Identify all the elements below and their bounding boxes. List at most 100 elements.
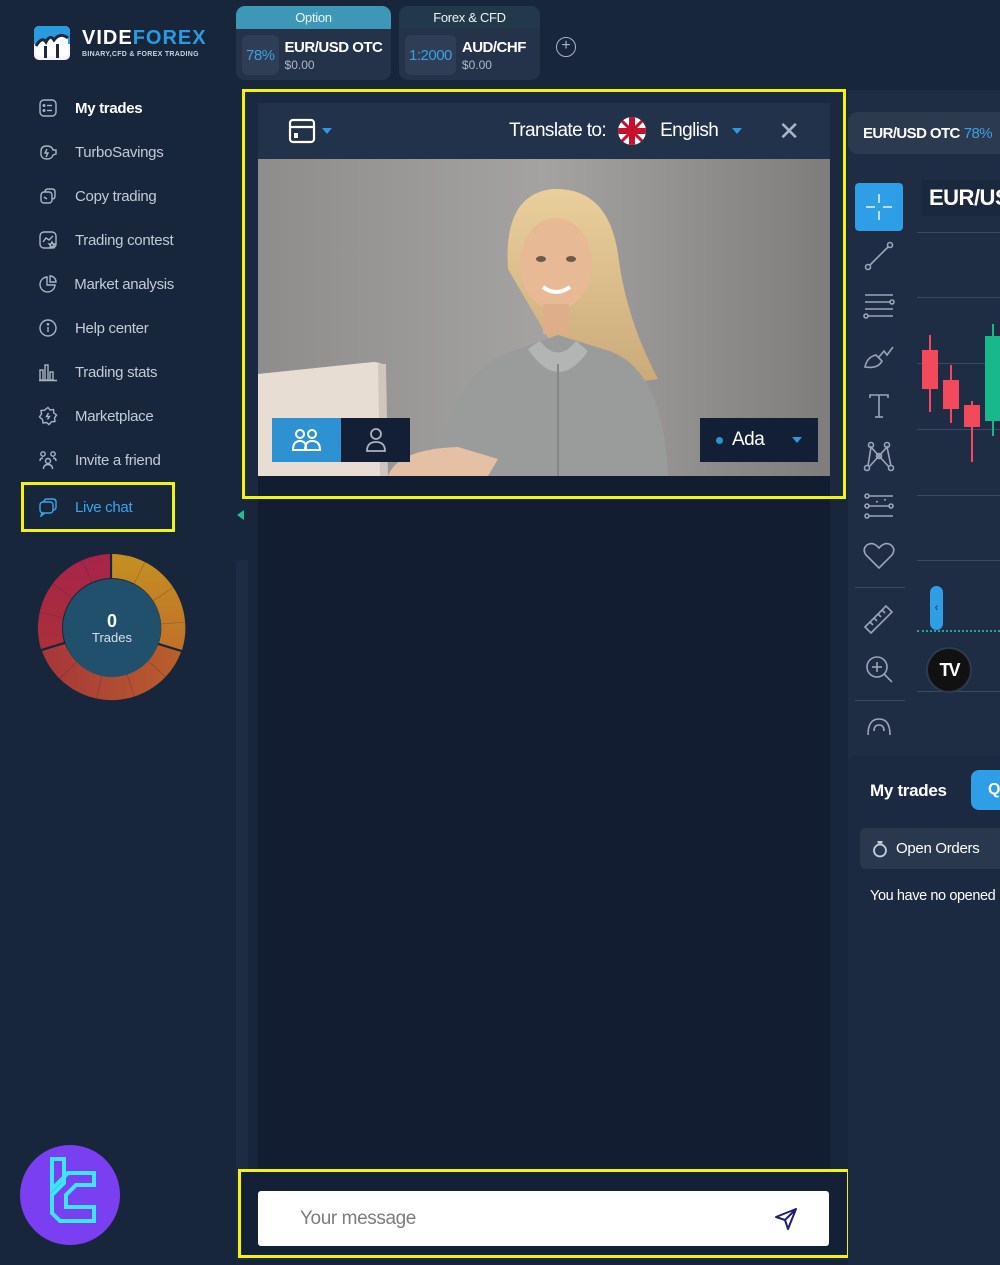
my-trades-title: My trades [870,781,947,800]
tc-logo-icon [50,1157,96,1223]
sidebar-item-market-analysis[interactable]: Market analysis [22,262,174,306]
forecast-tool[interactable] [855,481,903,531]
brand-name: VIDEFOREX [82,28,207,48]
chat-menu-button[interactable] [288,118,332,144]
sidebar-item-turbosavings[interactable]: TurboSavings [22,130,174,174]
ruler-icon [863,604,894,635]
candle-body [922,350,938,389]
online-status-dot [716,436,723,444]
sidebar-item-label: My trades [75,99,143,117]
sidebar-item-label: Live chat [75,498,133,516]
agent-select[interactable]: Ada [700,418,818,462]
text-tool[interactable] [855,381,903,431]
pie-chart-icon [37,273,58,295]
sidebar-item-trading-contest[interactable]: Trading contest [22,218,174,262]
fib-retracement-icon [863,294,895,319]
sidebar-item-trading-stats[interactable]: Trading stats [22,350,174,394]
brand-name-part1: VIDE [82,27,133,49]
sidebar-item-label: Invite a friend [75,451,161,469]
forecast-icon [864,493,894,519]
chart-symbol-title: EUR/US [922,180,1000,216]
piggy-bank-icon [37,141,59,163]
video-mode-toggle [272,418,410,462]
caret-down-icon [322,128,332,134]
payout-chip: 78% [242,35,279,75]
favorites-tool[interactable] [855,531,903,581]
grid-line [917,495,1000,496]
bear-candle [922,335,938,412]
agent-video: Ada [258,159,830,476]
candle-body [943,380,959,409]
asset-tab-forex[interactable]: Forex & CFD 1:2000 AUD/CHF $0.00 [399,6,540,80]
sidebar-item-label: TurboSavings [75,143,164,161]
close-icon[interactable]: ✕ [778,118,800,144]
watermark-logo [20,1145,120,1245]
sidebar-item-live-chat[interactable]: Live chat [21,482,175,532]
price-line [917,630,1000,632]
group-call-button[interactable] [272,418,341,462]
chart-asset-pair: EUR/USD OTC [863,124,960,142]
sidebar-item-my-trades[interactable]: My trades [22,86,174,130]
panel-edge [236,560,248,1260]
message-input[interactable] [300,1207,773,1230]
chart-scroll-handle[interactable]: ‹ [930,586,943,630]
ruler-tool[interactable] [855,594,903,644]
sidebar-item-invite-friend[interactable]: Invite a friend [22,438,174,482]
brush-tool[interactable] [855,331,903,381]
caret-down-icon [732,128,743,134]
language-select[interactable]: English [618,117,743,145]
grid-line [917,691,1000,692]
collapse-panel-arrow-icon[interactable] [237,510,244,520]
quick-trade-button[interactable]: Q [971,770,1000,810]
sidebar-item-label: Trading contest [75,231,174,249]
pattern-tool[interactable] [855,431,903,481]
sidebar-item-label: Copy trading [75,187,157,205]
window-card-icon [288,118,316,144]
language-value: English [660,120,719,141]
add-tab-button[interactable]: + [556,37,576,57]
fib-tool[interactable] [855,281,903,331]
users-icon [37,449,59,471]
asset-tab-option[interactable]: Option 78% EUR/USD OTC $0.00 [236,6,391,80]
chat-header: Translate to: English ✕ [258,103,830,159]
grid-line [917,297,1000,298]
candle-body [964,405,980,427]
bull-candle [985,324,1000,436]
send-icon[interactable] [773,1206,799,1232]
sidebar-item-marketplace[interactable]: Marketplace [22,394,174,438]
agent-name: Ada [732,429,765,450]
uk-flag-icon [618,117,647,145]
chart-asset-pill[interactable]: EUR/USD OTC 78% [848,112,1000,154]
tab-pair: EUR/USD OTC [284,38,383,56]
brush-icon [864,346,894,369]
badge-icon [37,405,59,427]
group-users-icon [291,429,321,451]
sidebar-item-label: Help center [75,319,149,337]
trend-line-tool[interactable] [855,231,903,281]
info-icon [37,317,59,339]
tradingview-logo[interactable]: TV [926,647,972,693]
tab-amount: $0.00 [461,57,492,72]
sidebar-item-help-center[interactable]: Help center [22,306,174,350]
my-trades-panel: My trades Q Open Orders You have no open… [848,755,1000,1265]
tab-category: Option [236,6,391,29]
trades-donut: 0 Trades [36,552,188,704]
translate-label: Translate to: [508,120,607,141]
single-call-button[interactable] [341,418,410,462]
crosshair-icon [866,194,892,220]
list-icon [37,97,59,119]
open-orders-tab[interactable]: Open Orders [860,828,1000,869]
sidebar-item-copy-trading[interactable]: Copy trading [22,174,174,218]
zoom-in-icon [866,656,893,683]
magnet-tool[interactable] [855,707,903,737]
crosshair-tool[interactable] [855,183,903,231]
chart-asset-payout: 78% [963,124,993,142]
sidebar-item-label: Market analysis [74,275,174,293]
chat-icon [37,496,59,518]
caret-down-icon [792,437,802,443]
zoom-in-tool[interactable] [855,644,903,694]
user-icon [365,428,386,452]
trend-line-icon [864,241,894,271]
brand-logo[interactable]: VIDEFOREX BINARY,CFD & FOREX TRADING [34,26,207,60]
brand-tagline: BINARY,CFD & FOREX TRADING [82,51,199,58]
